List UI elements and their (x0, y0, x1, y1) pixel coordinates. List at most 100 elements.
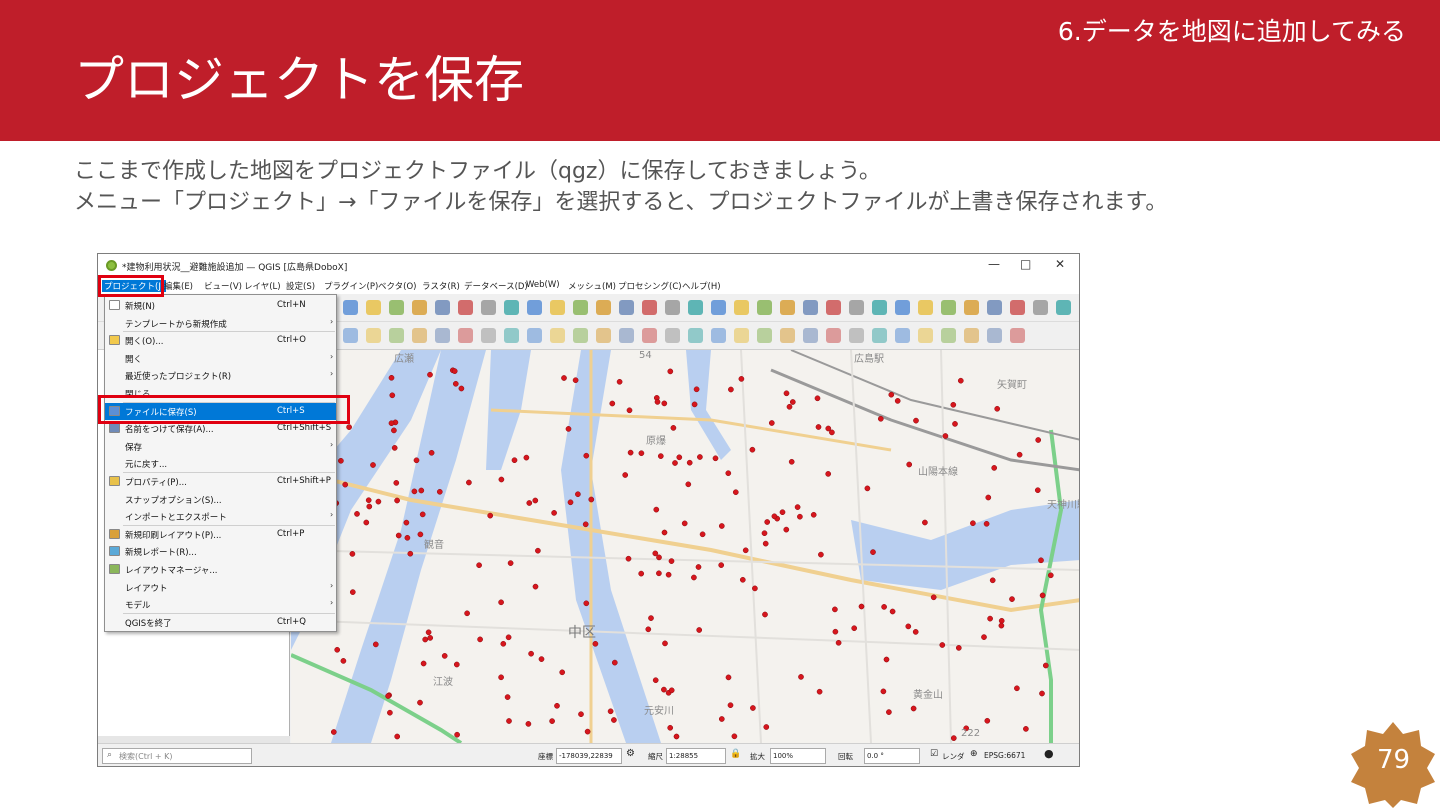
toolbar-tool-icon[interactable] (596, 328, 611, 343)
menu-raster[interactable]: ラスタ(R) (422, 280, 460, 292)
toolbar-tool-icon[interactable] (389, 328, 404, 343)
menu-layer[interactable]: レイヤ(L) (244, 280, 281, 292)
menu-item-9[interactable]: 元に戻す... (105, 455, 336, 472)
toolbar-tool-icon[interactable] (826, 300, 841, 315)
menu-item-11[interactable]: スナップオプション(S)... (105, 491, 336, 508)
menu-view[interactable]: ビュー(V) (204, 280, 242, 292)
menu-processing[interactable]: プロセシング(C) (618, 280, 682, 292)
toolbar-tool-icon[interactable] (734, 328, 749, 343)
toolbar-tool-icon[interactable] (573, 328, 588, 343)
locator-search-input[interactable]: ⌕ 検索(Ctrl + K) (102, 748, 252, 764)
menu-item-2[interactable]: 開く(O)... Ctrl+O (105, 332, 336, 349)
menu-item-13[interactable]: 新規印刷レイアウト(P)... Ctrl+P (105, 526, 336, 543)
toolbar-tool-icon[interactable] (826, 328, 841, 343)
toolbar-tool-icon[interactable] (412, 300, 427, 315)
map-canvas[interactable]: 中区 広島駅 矢賀町 山陽本線 天神川駅 江波 黄金山 222 元安川 広瀬 観… (291, 350, 1079, 743)
toolbar-tool-icon[interactable] (872, 300, 887, 315)
scale-field[interactable]: 1:28855 (666, 748, 726, 764)
toolbar-tool-icon[interactable] (573, 300, 588, 315)
toolbar-tool-icon[interactable] (642, 300, 657, 315)
menu-web[interactable]: Web(W) (526, 280, 560, 290)
toolbar-tool-icon[interactable] (1010, 300, 1025, 315)
toggle-extents-icon[interactable]: ⚙ (626, 748, 635, 759)
menu-item-12[interactable]: インポートとエクスポート › (105, 508, 336, 525)
toolbar-tool-icon[interactable] (481, 300, 496, 315)
toolbar-tool-icon[interactable] (366, 328, 381, 343)
magnifier-field[interactable]: 100% (770, 748, 826, 764)
toolbar-tool-icon[interactable] (550, 328, 565, 343)
toolbar-tool-icon[interactable] (1010, 328, 1025, 343)
toolbar-tool-icon[interactable] (412, 328, 427, 343)
toolbar-tool-icon[interactable] (872, 328, 887, 343)
messages-icon[interactable]: ● (1044, 747, 1054, 760)
toolbar-tool-icon[interactable] (688, 328, 703, 343)
toolbar-tool-icon[interactable] (389, 300, 404, 315)
toolbar-tool-icon[interactable] (665, 328, 680, 343)
toolbar-tool-icon[interactable] (1033, 300, 1048, 315)
menu-edit[interactable]: 編集(E) (164, 280, 193, 292)
toolbar-tool-icon[interactable] (711, 300, 726, 315)
render-checkbox[interactable]: ☑ (930, 749, 938, 759)
lock-icon[interactable]: 🔒 (730, 749, 741, 759)
toolbar-tool-icon[interactable] (619, 328, 634, 343)
toolbar-tool-icon[interactable] (964, 300, 979, 315)
minimize-button[interactable]: — (988, 257, 1000, 271)
toolbar-tool-icon[interactable] (435, 328, 450, 343)
toolbar-tool-icon[interactable] (987, 328, 1002, 343)
maximize-button[interactable]: □ (1020, 257, 1031, 271)
menu-item-18[interactable]: QGISを終了 Ctrl+Q (105, 614, 336, 631)
rotation-field[interactable]: 0.0 ° (864, 748, 920, 764)
toolbar-tool-icon[interactable] (987, 300, 1002, 315)
menu-plugins[interactable]: プラグイン(P) (324, 280, 378, 292)
toolbar-tool-icon[interactable] (1056, 300, 1071, 315)
menu-vector[interactable]: ベクタ(O) (378, 280, 416, 292)
toolbar-tool-icon[interactable] (458, 328, 473, 343)
toolbar-tool-icon[interactable] (527, 300, 542, 315)
toolbar-tool-icon[interactable] (849, 328, 864, 343)
toolbar-tool-icon[interactable] (642, 328, 657, 343)
toolbar-tool-icon[interactable] (734, 300, 749, 315)
toolbar-tool-icon[interactable] (550, 300, 565, 315)
toolbar-tool-icon[interactable] (803, 328, 818, 343)
menu-mesh[interactable]: メッシュ(M) (568, 280, 616, 292)
toolbar-tool-icon[interactable] (343, 300, 358, 315)
menu-item-10[interactable]: プロパティ(P)... Ctrl+Shift+P (105, 473, 336, 490)
toolbar-tool-icon[interactable] (757, 300, 772, 315)
crs-value[interactable]: EPSG:6671 (984, 751, 1025, 760)
toolbar-tool-icon[interactable] (688, 300, 703, 315)
toolbar-tool-icon[interactable] (504, 300, 519, 315)
toolbar-tool-icon[interactable] (481, 328, 496, 343)
toolbar-tool-icon[interactable] (941, 328, 956, 343)
menu-item-15[interactable]: レイアウトマネージャ... (105, 561, 336, 578)
toolbar-tool-icon[interactable] (504, 328, 519, 343)
crs-globe-icon[interactable]: ⊕ (970, 749, 978, 759)
toolbar-tool-icon[interactable] (435, 300, 450, 315)
toolbar-tool-icon[interactable] (527, 328, 542, 343)
toolbar-tool-icon[interactable] (619, 300, 634, 315)
toolbar-tool-icon[interactable] (711, 328, 726, 343)
close-button[interactable]: ✕ (1055, 257, 1065, 271)
toolbar-tool-icon[interactable] (941, 300, 956, 315)
toolbar-tool-icon[interactable] (918, 328, 933, 343)
menu-item-16[interactable]: レイアウト › (105, 579, 336, 596)
menu-item-0[interactable]: 新規(N) Ctrl+N (105, 297, 336, 314)
toolbar-tool-icon[interactable] (964, 328, 979, 343)
toolbar-tool-icon[interactable] (366, 300, 381, 315)
toolbar-tool-icon[interactable] (918, 300, 933, 315)
toolbar-tool-icon[interactable] (803, 300, 818, 315)
toolbar-tool-icon[interactable] (895, 328, 910, 343)
toolbar-tool-icon[interactable] (665, 300, 680, 315)
toolbar-tool-icon[interactable] (780, 300, 795, 315)
menu-item-4[interactable]: 最近使ったプロジェクト(R) › (105, 367, 336, 384)
menu-item-17[interactable]: モデル › (105, 596, 336, 613)
menu-item-3[interactable]: 開く › (105, 350, 336, 367)
menu-database[interactable]: データベース(D) (464, 280, 528, 292)
toolbar-tool-icon[interactable] (757, 328, 772, 343)
menu-help[interactable]: ヘルプ(H) (682, 280, 721, 292)
menu-settings[interactable]: 設定(S) (286, 280, 315, 292)
coordinate-field[interactable]: -178039,22839 (556, 748, 622, 764)
menu-item-1[interactable]: テンプレートから新規作成 › (105, 315, 336, 332)
menu-item-14[interactable]: 新規レポート(R)... (105, 543, 336, 560)
toolbar-tool-icon[interactable] (895, 300, 910, 315)
toolbar-tool-icon[interactable] (596, 300, 611, 315)
